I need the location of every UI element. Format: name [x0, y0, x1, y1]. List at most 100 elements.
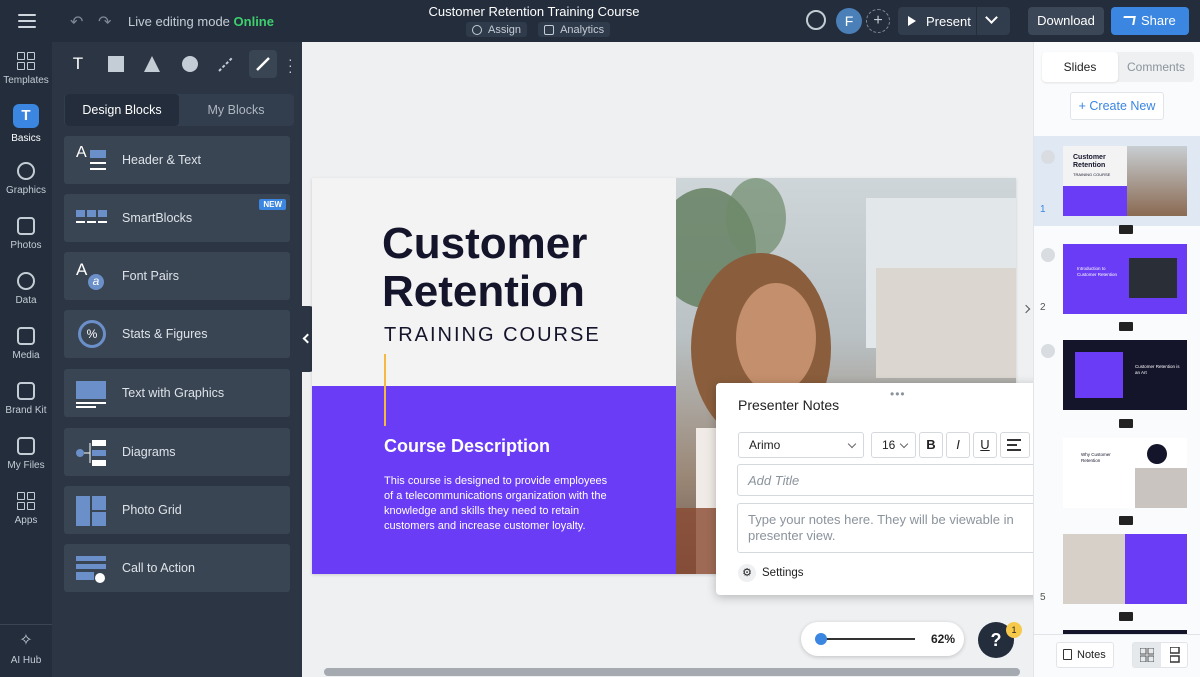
- collapse-slides-button[interactable]: [1021, 290, 1034, 330]
- add-collaborator-icon[interactable]: +: [866, 9, 890, 33]
- description-heading[interactable]: Course Description: [384, 436, 550, 457]
- play-icon: [908, 16, 916, 26]
- block-diagrams[interactable]: Diagrams: [64, 428, 290, 476]
- avatar[interactable]: F: [836, 8, 862, 34]
- slide-menu-icon[interactable]: [1041, 344, 1055, 358]
- slide-thumb-1[interactable]: Customer Retention TRAINING COURSE: [1063, 146, 1187, 216]
- present-button[interactable]: Present: [898, 7, 1010, 35]
- undo-icon[interactable]: ↶: [70, 12, 83, 32]
- bold-button[interactable]: B: [919, 432, 943, 458]
- document-title[interactable]: Customer Retention Training Course: [400, 4, 668, 19]
- rail-my-files[interactable]: My Files: [0, 437, 52, 471]
- block-stats-figures[interactable]: % Stats & Figures: [64, 310, 290, 358]
- basics-panel: T · · · Design Blocks My Blocks A Header &…: [52, 42, 302, 677]
- gear-icon: ⚙: [738, 564, 756, 582]
- block-label: Call to Action: [122, 561, 195, 575]
- rail-ai-hub[interactable]: ✧ AI Hub: [0, 632, 52, 666]
- tab-slides[interactable]: Slides: [1042, 52, 1118, 82]
- rail-basics[interactable]: T Basics: [0, 104, 52, 144]
- rail-data[interactable]: Data: [0, 272, 52, 306]
- rectangle-tool-icon[interactable]: [102, 50, 130, 78]
- rail-brand-kit[interactable]: Brand Kit: [0, 382, 52, 416]
- rail-templates[interactable]: Templates: [0, 52, 52, 86]
- video-icon: [1119, 612, 1133, 621]
- notes-title-input[interactable]: Add Title: [737, 464, 1061, 496]
- video-icon: [1119, 322, 1133, 331]
- slide-menu-icon[interactable]: [1041, 248, 1055, 262]
- sparkle-icon: ✧: [19, 632, 33, 649]
- rail-media[interactable]: Media: [0, 327, 52, 361]
- zoom-value[interactable]: 62%: [931, 632, 955, 646]
- rail-graphics[interactable]: Graphics: [0, 162, 52, 196]
- block-font-pairs[interactable]: A a Font Pairs: [64, 252, 290, 300]
- notes-body-input[interactable]: Type your notes here. They will be viewa…: [737, 503, 1061, 553]
- slide-thumb-4[interactable]: Why Customer Retention: [1063, 438, 1187, 508]
- graphics-icon: [17, 162, 35, 180]
- redo-icon[interactable]: ↷: [98, 12, 111, 32]
- block-header-text[interactable]: A Header & Text: [64, 136, 290, 184]
- grid-view-icon[interactable]: [1133, 643, 1161, 667]
- stats-icon: %: [76, 320, 108, 350]
- slide-thumb-2[interactable]: Introduction to Customer Retention: [1063, 244, 1187, 314]
- slide-thumb-3[interactable]: Customer Retention is an Art: [1063, 340, 1187, 410]
- tab-design-blocks[interactable]: Design Blocks: [65, 94, 179, 126]
- settings-link[interactable]: ⚙ Settings: [738, 564, 804, 582]
- analytics-link[interactable]: Analytics: [538, 22, 611, 37]
- font-family-select[interactable]: Arimo: [738, 432, 864, 458]
- circle-tool-icon[interactable]: [176, 50, 204, 78]
- title-sublinks: Assign Analytics: [466, 22, 618, 38]
- description-text[interactable]: This course is designed to provide emplo…: [384, 474, 616, 534]
- download-button[interactable]: Download: [1028, 7, 1104, 35]
- text-tool-icon[interactable]: T: [64, 50, 92, 78]
- zoom-control: 62%: [801, 622, 964, 656]
- chevron-down-icon[interactable]: [985, 11, 998, 24]
- video-icon: [1119, 419, 1133, 428]
- rail-apps[interactable]: Apps: [0, 492, 52, 526]
- right-tabs: Slides Comments: [1042, 52, 1194, 82]
- slide-subtitle[interactable]: TRAINING COURSE: [384, 324, 601, 347]
- slide-menu-icon[interactable]: [1041, 150, 1055, 164]
- left-rail: Templates T Basics Graphics Photos Data …: [0, 42, 52, 677]
- block-label: Diagrams: [122, 445, 176, 459]
- italic-button[interactable]: I: [946, 432, 970, 458]
- block-text-with-graphics[interactable]: Text with Graphics: [64, 369, 290, 417]
- assign-link[interactable]: Assign: [466, 22, 528, 37]
- font-size-select[interactable]: 16: [871, 432, 916, 458]
- slide-number: 1: [1040, 204, 1046, 215]
- drag-handle-icon[interactable]: •••: [890, 387, 906, 401]
- align-icon[interactable]: [1000, 432, 1030, 458]
- pen-tool-icon[interactable]: [249, 50, 277, 78]
- menu-icon[interactable]: [18, 14, 36, 28]
- block-label: Header & Text: [122, 153, 201, 167]
- block-smartblocks[interactable]: SmartBlocks NEW: [64, 194, 290, 242]
- line-tool-icon[interactable]: [212, 50, 240, 78]
- share-icon: [1122, 16, 1136, 25]
- templates-icon: [17, 52, 35, 70]
- chat-icon[interactable]: [806, 10, 826, 30]
- tab-my-blocks[interactable]: My Blocks: [179, 94, 293, 126]
- zoom-slider-handle[interactable]: [815, 633, 827, 645]
- data-icon: [17, 272, 35, 290]
- zoom-track[interactable]: [821, 638, 915, 640]
- create-new-button[interactable]: + Create New: [1070, 92, 1164, 120]
- new-badge: NEW: [259, 199, 286, 210]
- accent-line: [384, 354, 386, 426]
- slide-thumb-5[interactable]: [1063, 534, 1187, 604]
- triangle-tool-icon[interactable]: [138, 50, 166, 78]
- slide-title[interactable]: Customer Retention: [382, 220, 587, 316]
- video-icon: [1119, 225, 1133, 234]
- block-label: Stats & Figures: [122, 327, 208, 341]
- block-photo-grid[interactable]: Photo Grid: [64, 486, 290, 534]
- more-tools-icon[interactable]: · · ·: [288, 52, 293, 78]
- rail-photos[interactable]: Photos: [0, 217, 52, 251]
- notes-button[interactable]: Notes: [1056, 642, 1114, 668]
- block-label: Photo Grid: [122, 503, 182, 517]
- horizontal-scrollbar[interactable]: [324, 668, 1020, 676]
- tab-comments[interactable]: Comments: [1118, 52, 1194, 82]
- underline-button[interactable]: U: [973, 432, 997, 458]
- share-button[interactable]: Share: [1111, 7, 1189, 35]
- block-call-to-action[interactable]: Call to Action: [64, 544, 290, 592]
- chevron-right-icon: [1021, 304, 1031, 314]
- video-icon: [1119, 516, 1133, 525]
- list-view-icon[interactable]: [1161, 643, 1189, 667]
